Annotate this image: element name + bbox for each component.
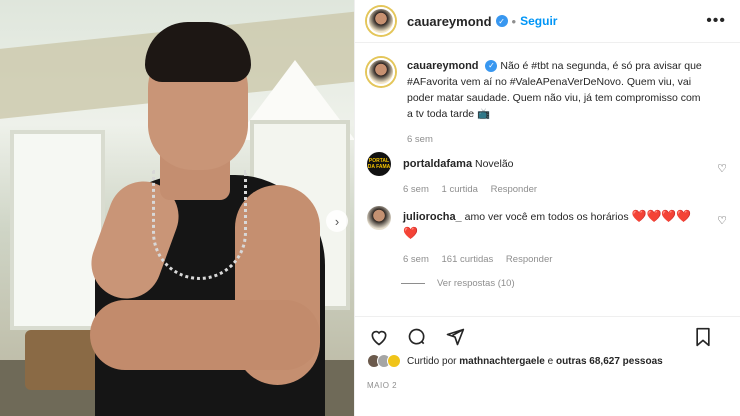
- likes-prefix: Curtido por: [407, 355, 457, 367]
- comment-time[interactable]: 6 sem: [403, 254, 429, 265]
- follow-button[interactable]: Seguir: [520, 14, 557, 28]
- photo-window: [10, 130, 105, 330]
- caption-avatar[interactable]: [367, 58, 395, 86]
- comment-likes[interactable]: 161 curtidas: [442, 254, 494, 265]
- caption-time[interactable]: 6 sem: [407, 134, 433, 145]
- comment-likes[interactable]: 1 curtida: [442, 184, 478, 195]
- comment-text: Novelão: [475, 158, 514, 170]
- next-photo-arrow-icon[interactable]: ›: [326, 210, 348, 232]
- comment-like-heart-icon[interactable]: ♡: [717, 214, 727, 227]
- comment-item: PORTAL DA FAMA portaldafama Novelão 6 se…: [367, 148, 729, 198]
- comment-text: amo ver você em todos os horários: [464, 211, 629, 223]
- comment-like-heart-icon[interactable]: ♡: [717, 162, 727, 175]
- liker-username[interactable]: mathnachtergaele: [459, 356, 545, 367]
- liker-avatars: [367, 354, 401, 368]
- replies-line: [401, 283, 425, 284]
- comment-item: juliorocha_ amo ver você em todos os hor…: [367, 198, 729, 268]
- comments-list[interactable]: cauareymond ✓ Não é #tbt na segunda, é s…: [355, 44, 740, 314]
- photo-person-crossed-arms: [90, 300, 320, 370]
- view-replies-label: Ver respostas (10): [437, 278, 515, 289]
- likes-others[interactable]: outras 68,627 pessoas: [556, 356, 663, 367]
- liker-avatar: [387, 354, 401, 368]
- comment-time[interactable]: 6 sem: [403, 184, 429, 195]
- comment-meta: 6 sem 1 curtida Responder: [403, 182, 703, 198]
- view-replies-button[interactable]: Ver respostas (10): [401, 278, 729, 289]
- post-photo[interactable]: ›: [0, 0, 354, 416]
- share-icon[interactable]: [443, 325, 467, 349]
- caption: cauareymond ✓ Não é #tbt na segunda, é s…: [367, 44, 729, 148]
- photo-person-hair: [145, 22, 251, 82]
- author-avatar[interactable]: [367, 7, 395, 35]
- author-username[interactable]: cauareymond: [407, 14, 492, 29]
- likes-summary[interactable]: Curtido por mathnachtergaele e outras 68…: [367, 354, 663, 368]
- post-side-panel: cauareymond ✓ • Seguir ••• cauareymond ✓…: [354, 0, 740, 416]
- comment-avatar[interactable]: [367, 206, 391, 230]
- post-actions: [355, 316, 740, 356]
- bookmark-icon[interactable]: [691, 325, 715, 349]
- reply-button[interactable]: Responder: [506, 254, 552, 265]
- comment-username[interactable]: juliorocha_: [403, 211, 462, 223]
- photo-person-chain: [152, 170, 247, 280]
- reply-button[interactable]: Responder: [491, 184, 537, 195]
- comment-meta: 6 sem 161 curtidas Responder: [403, 252, 703, 268]
- more-horizontal-icon[interactable]: •••: [706, 12, 726, 30]
- post-header: cauareymond ✓ • Seguir •••: [355, 0, 740, 43]
- post-date[interactable]: MAIO 2: [367, 381, 397, 390]
- caption-username[interactable]: cauareymond: [407, 60, 479, 72]
- verified-badge-icon: ✓: [485, 60, 498, 73]
- header-separator: •: [511, 13, 517, 29]
- caption-meta: 6 sem: [407, 132, 707, 148]
- likes-conjunction: e: [547, 355, 554, 367]
- comment-username[interactable]: portaldafama: [403, 158, 472, 170]
- comment-icon[interactable]: [405, 325, 429, 349]
- verified-badge-icon: ✓: [495, 15, 508, 27]
- comment-avatar[interactable]: PORTAL DA FAMA: [367, 152, 391, 176]
- heart-icon[interactable]: [367, 325, 391, 349]
